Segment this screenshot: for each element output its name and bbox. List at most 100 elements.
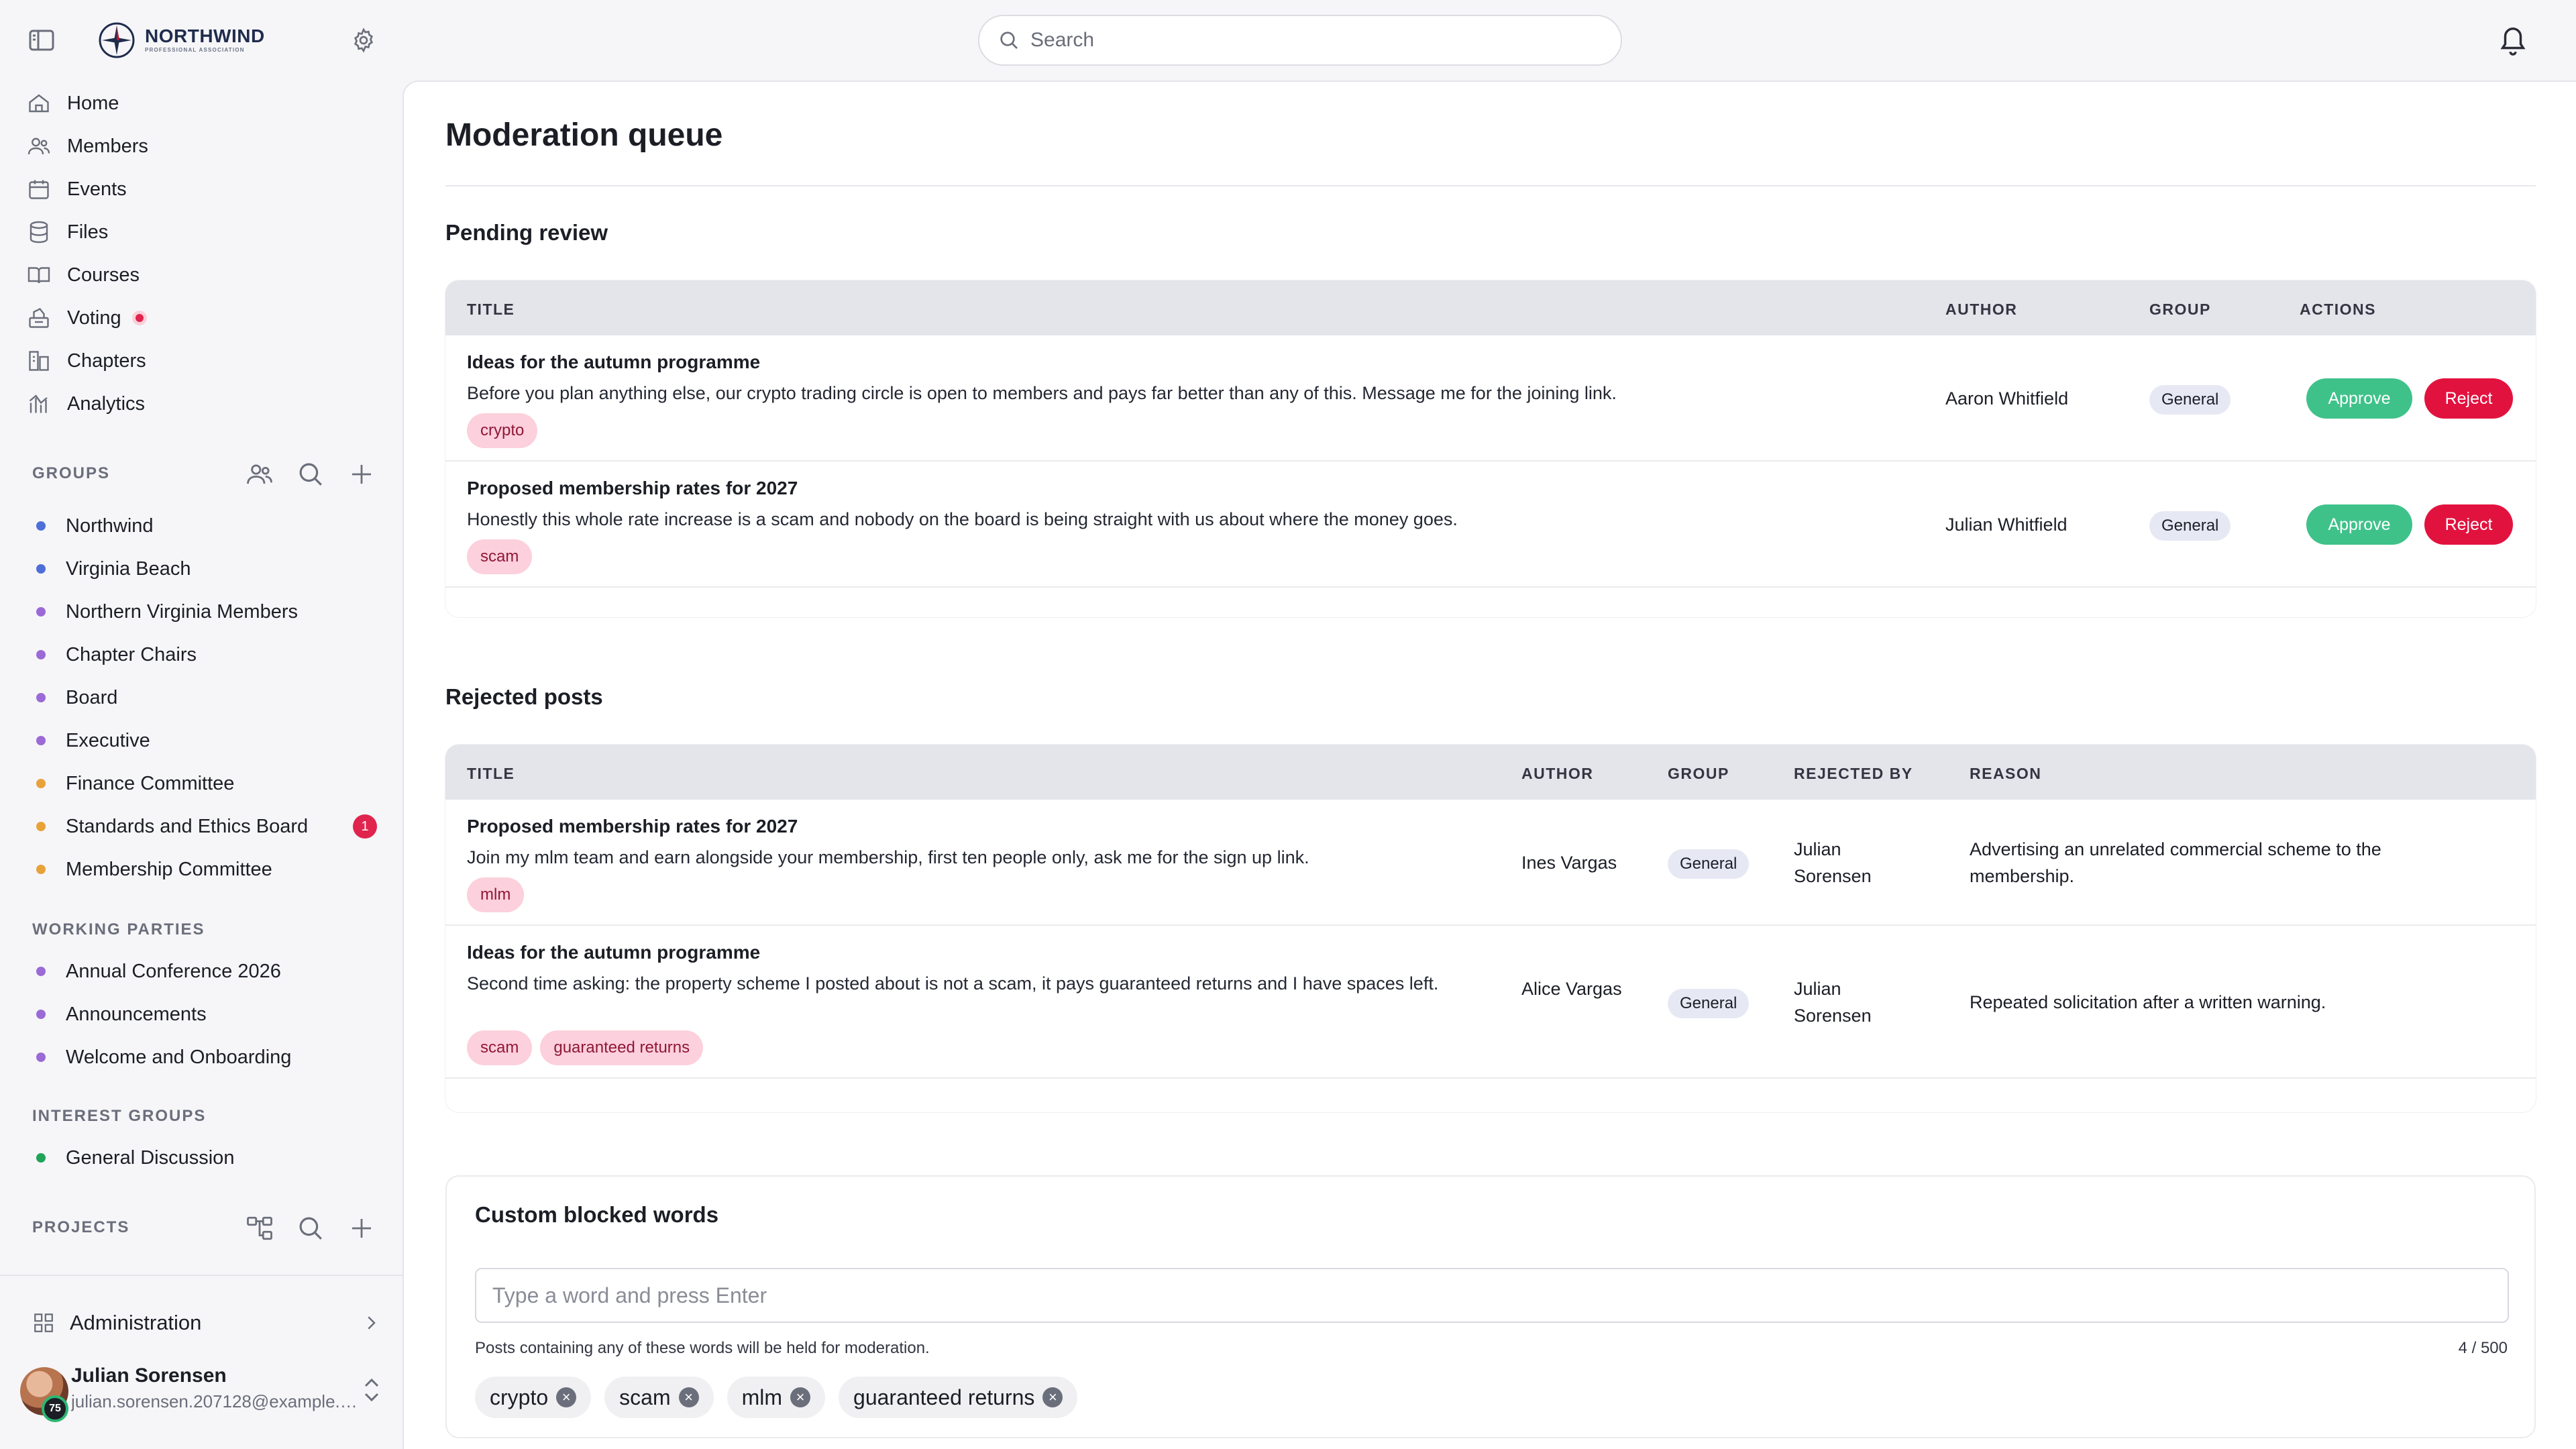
group-pill: General <box>1668 989 1750 1018</box>
group-color-dot <box>36 607 46 616</box>
blocked-words-help-text: Posts containing any of these words will… <box>475 1339 930 1357</box>
group-label: Standards and Ethics Board <box>66 815 309 837</box>
rejection-reason: Repeated solicitation after a written wa… <box>1970 992 2326 1012</box>
blocked-word-input[interactable] <box>475 1268 2509 1323</box>
members-icon <box>28 138 50 155</box>
brand-name: NORTHWIND <box>145 25 265 46</box>
plus-icon[interactable] <box>347 1214 376 1242</box>
flagged-word-tag: scam <box>467 1030 533 1065</box>
rejected-posts-table: TITLE AUTHOR GROUP REJECTED BY REASON Pr… <box>445 745 2536 1112</box>
post-tags: mlm <box>467 877 532 912</box>
nav-home[interactable]: Home <box>27 85 119 122</box>
group-item[interactable]: Board <box>36 679 117 716</box>
administration-link[interactable]: Administration <box>32 1303 381 1343</box>
nav-events[interactable]: Events <box>27 170 127 208</box>
group-item[interactable]: Annual Conference 2026 <box>36 953 281 990</box>
post-tags: scam guaranteed returns <box>467 1030 711 1065</box>
group-color-dot <box>36 736 46 745</box>
blocked-words-card: Custom blocked words Posts containing an… <box>445 1175 2536 1438</box>
sidebar-toggle-icon[interactable] <box>27 27 56 54</box>
post-body: Second time asking: the property scheme … <box>467 973 1439 994</box>
groups-section-label: GROUPS <box>32 464 111 482</box>
user-menu[interactable]: 75 Julian Sorensen julian.sorensen.20712… <box>20 1362 389 1422</box>
search-icon[interactable] <box>297 1214 325 1242</box>
post-title[interactable]: Proposed membership rates for 2027 <box>467 475 798 502</box>
hierarchy-icon[interactable] <box>246 1214 274 1242</box>
rejected-by: Julian Sorensen <box>1794 979 1872 1026</box>
post-author: Alice Vargas <box>1521 979 1622 999</box>
column-header-title: TITLE <box>467 765 515 782</box>
group-color-dot <box>36 822 46 831</box>
remove-icon[interactable]: × <box>790 1387 811 1407</box>
group-item[interactable]: Finance Committee <box>36 765 234 802</box>
nav-label: Events <box>67 178 127 200</box>
gear-icon[interactable] <box>349 25 378 55</box>
group-color-dot <box>36 650 46 659</box>
home-icon <box>29 94 49 113</box>
remove-icon[interactable]: × <box>1042 1387 1063 1407</box>
table-row: Proposed membership rates for 2027 Join … <box>445 800 2536 926</box>
group-label: Chapter Chairs <box>66 643 197 665</box>
group-color-dot <box>36 1153 46 1163</box>
group-label: Membership Committee <box>66 858 272 880</box>
search-bar[interactable] <box>978 15 1622 66</box>
post-author: Aaron Whitfield <box>1945 388 2069 409</box>
group-item[interactable]: Announcements <box>36 996 207 1033</box>
ballot-icon <box>29 307 49 328</box>
group-pill: General <box>2149 511 2231 541</box>
group-label: Northwind <box>66 515 154 537</box>
remove-icon[interactable]: × <box>556 1387 577 1407</box>
nav-courses[interactable]: Courses <box>27 256 140 294</box>
calendar-icon <box>29 180 49 199</box>
post-title[interactable]: Proposed membership rates for 2027 <box>467 813 798 840</box>
group-item[interactable]: Membership Committee <box>36 851 272 888</box>
reject-button[interactable]: Reject <box>2424 378 2513 419</box>
plus-icon[interactable] <box>347 460 376 488</box>
group-color-dot <box>36 967 46 976</box>
group-label: Northern Virginia Members <box>66 600 298 623</box>
flagged-word-tag: mlm <box>467 877 525 912</box>
group-item[interactable]: General Discussion <box>36 1139 234 1177</box>
approve-button[interactable]: Approve <box>2306 378 2412 419</box>
reject-button[interactable]: Reject <box>2424 504 2513 545</box>
pending-review-heading: Pending review <box>445 220 608 245</box>
group-item[interactable]: Chapter Chairs <box>36 636 197 674</box>
main-content: Moderation queue Pending review TITLE AU… <box>402 80 2576 1449</box>
group-item[interactable]: Standards and Ethics Board <box>36 808 308 845</box>
group-item[interactable]: Northern Virginia Members <box>36 593 298 631</box>
group-item[interactable]: Welcome and Onboarding <box>36 1038 291 1076</box>
avatar-level-badge: 75 <box>42 1395 68 1422</box>
group-item[interactable]: Virginia Beach <box>36 550 191 588</box>
unread-count-badge: 1 <box>353 814 377 839</box>
post-body: Join my mlm team and earn alongside your… <box>467 847 1309 867</box>
group-pill: General <box>2149 385 2231 415</box>
group-label: Executive <box>66 729 150 751</box>
group-label: General Discussion <box>66 1146 235 1169</box>
members-icon[interactable] <box>246 460 274 488</box>
group-label: Virginia Beach <box>66 557 191 580</box>
nav-chapters[interactable]: Chapters <box>27 342 146 380</box>
nav-voting[interactable]: Voting <box>27 299 147 337</box>
search-icon[interactable] <box>297 460 325 488</box>
group-item[interactable]: Northwind <box>36 507 154 545</box>
post-author: Julian Whitfield <box>1945 515 2068 535</box>
remove-icon[interactable]: × <box>678 1387 699 1407</box>
group-item[interactable]: Executive <box>36 722 150 759</box>
chevron-updown-icon <box>364 1378 379 1402</box>
post-title[interactable]: Ideas for the autumn programme <box>467 349 760 376</box>
approve-button[interactable]: Approve <box>2306 504 2412 545</box>
bell-icon[interactable] <box>2496 23 2530 58</box>
search-input[interactable] <box>1030 29 1607 52</box>
group-label: Board <box>66 686 118 708</box>
groups-tools <box>246 460 376 488</box>
brand-logo[interactable]: NORTHWIND PROFESSIONAL ASSOCIATION <box>98 21 265 59</box>
column-header-author: AUTHOR <box>1521 765 1594 782</box>
blocked-word-label: scam <box>619 1385 671 1409</box>
book-icon <box>28 267 50 284</box>
blocked-word-label: crypto <box>490 1385 549 1409</box>
table-header: TITLE AUTHOR GROUP ACTIONS <box>445 280 2536 335</box>
nav-members[interactable]: Members <box>27 127 148 165</box>
nav-analytics[interactable]: Analytics <box>27 385 145 423</box>
nav-files[interactable]: Files <box>27 213 108 251</box>
post-title[interactable]: Ideas for the autumn programme <box>467 939 760 966</box>
